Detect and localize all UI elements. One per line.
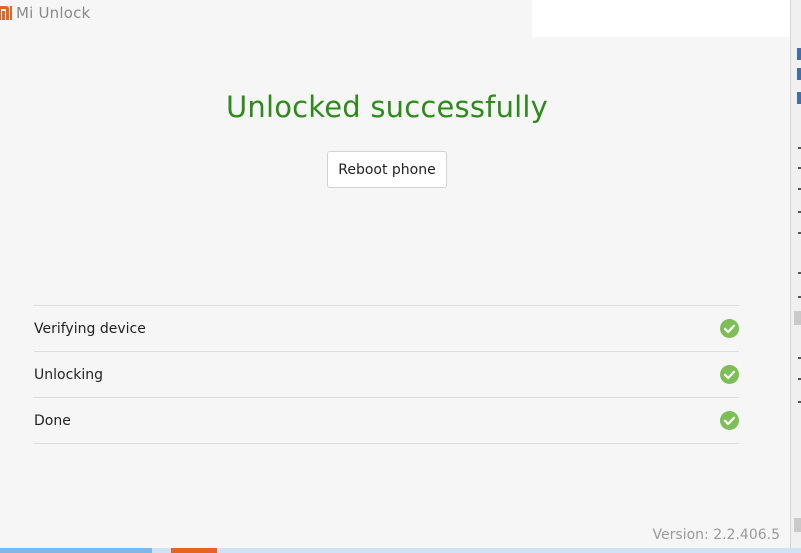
background-blue-mark bbox=[797, 92, 801, 104]
unlock-steps-list: Verifying device Unlocking Done bbox=[34, 305, 739, 444]
check-circle-icon bbox=[720, 319, 739, 338]
step-label: Unlocking bbox=[34, 366, 104, 383]
step-label: Done bbox=[34, 412, 71, 429]
version-label: Version: 2.2.406.5 bbox=[652, 527, 780, 543]
step-row-done: Done bbox=[34, 398, 739, 444]
check-circle-icon bbox=[720, 365, 739, 384]
mi-logo-icon bbox=[0, 6, 12, 20]
background-scroll-block bbox=[794, 518, 801, 532]
background-blue-mark bbox=[797, 68, 801, 80]
step-row-unlocking: Unlocking bbox=[34, 352, 739, 398]
background-blue-mark bbox=[797, 48, 801, 60]
step-label: Verifying device bbox=[34, 320, 146, 337]
mi-unlock-window: Mi Unlock Unlocked successfully Reboot p… bbox=[0, 0, 790, 548]
step-row-verifying-device: Verifying device bbox=[34, 306, 739, 352]
window-titlebar-area bbox=[532, 0, 790, 37]
app-header: Mi Unlock bbox=[0, 2, 90, 24]
check-circle-icon bbox=[720, 411, 739, 430]
reboot-phone-button[interactable]: Reboot phone bbox=[327, 151, 447, 188]
background-taskbar-item bbox=[0, 548, 152, 553]
background-taskbar bbox=[0, 548, 801, 553]
background-taskbar-item bbox=[171, 548, 217, 553]
background-scroll-block bbox=[794, 311, 801, 325]
status-title: Unlocked successfully bbox=[225, 90, 549, 124]
background-desktop-strip bbox=[790, 0, 801, 553]
app-title: Mi Unlock bbox=[16, 4, 91, 22]
